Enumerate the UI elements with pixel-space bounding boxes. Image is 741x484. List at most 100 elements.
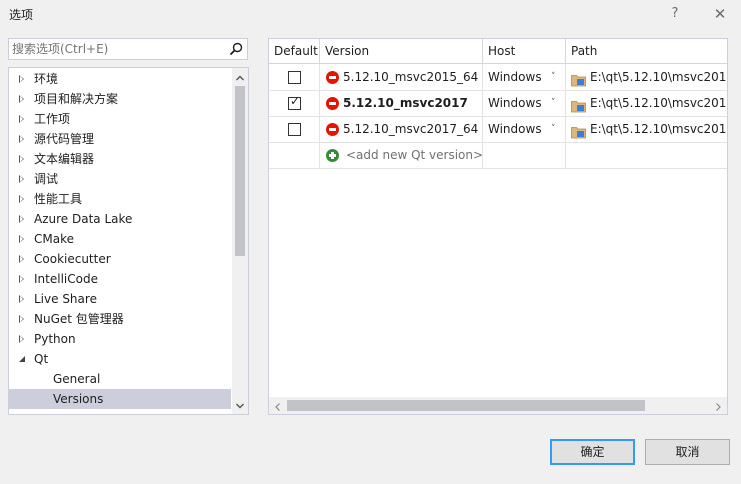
default-cell	[269, 116, 320, 142]
version-cell[interactable]: 5.12.10_msvc2017_64	[320, 116, 483, 142]
table-row[interactable]: 5.12.10_msvc2017_64 Windows ˅ E:\qt\5.12…	[269, 116, 727, 143]
tree-item-work-items[interactable]: 工作项	[9, 109, 231, 129]
column-header-path[interactable]: Path	[566, 39, 727, 63]
tree-item-projects[interactable]: 项目和解决方案	[9, 89, 231, 109]
tree-item-intellicode[interactable]: IntelliCode	[9, 269, 231, 289]
tree-item-label: 工作项	[34, 112, 71, 126]
path-cell[interactable]: E:\qt\5.12.10\msvc2017	[566, 90, 727, 116]
folder-icon[interactable]	[571, 70, 586, 87]
scroll-right-icon[interactable]	[713, 401, 723, 411]
host-value: Windows	[488, 122, 542, 136]
search-input[interactable]	[12, 41, 227, 57]
column-header-default[interactable]: Default	[269, 39, 320, 63]
path-value: E:\qt\5.12.10\msvc2015_	[590, 70, 728, 84]
error-icon	[326, 123, 339, 136]
expand-arrow-icon[interactable]	[19, 135, 24, 143]
tree-item-label: CMake	[34, 232, 74, 246]
expand-arrow-icon[interactable]	[19, 275, 24, 283]
tree-item-debugging[interactable]: 调试	[9, 169, 231, 189]
chevron-down-icon[interactable]: ˅	[551, 116, 556, 142]
tree-item-label: Azure Data Lake	[34, 212, 133, 226]
tree-item-label: 源代码管理	[34, 132, 95, 146]
tree-item-env[interactable]: 环境	[9, 69, 231, 89]
folder-icon[interactable]	[571, 122, 586, 139]
tree-item-cmake[interactable]: CMake	[9, 229, 231, 249]
chevron-down-icon[interactable]: ˅	[551, 64, 556, 90]
expand-arrow-icon[interactable]	[19, 75, 24, 83]
checkmark-icon: ✓	[290, 94, 301, 108]
path-cell[interactable]: E:\qt\5.12.10\msvc2015_	[566, 64, 728, 90]
title-bar: 选项 ? ✕	[0, 0, 741, 28]
path-cell[interactable]: E:\qt\5.12.10\msvc2017_	[566, 116, 727, 142]
tree-item-live-share[interactable]: Live Share	[9, 289, 231, 309]
scrollbar-thumb[interactable]	[287, 400, 645, 411]
default-cell	[269, 64, 320, 90]
expand-arrow-icon[interactable]	[19, 255, 24, 263]
tree-item-qt-versions[interactable]: Versions	[9, 389, 231, 409]
options-tree: 环境 项目和解决方案 工作项 源代码管理 文本编辑器 调试 性能工具 Azure…	[8, 67, 249, 415]
expand-arrow-icon[interactable]	[19, 155, 24, 163]
default-checkbox[interactable]: ✓	[288, 94, 301, 110]
tree-item-label: 调试	[34, 172, 59, 186]
table-row[interactable]: 5.12.10_msvc2015_64 Windows ˅ E:\qt\5.12…	[269, 64, 727, 91]
expand-arrow-icon[interactable]	[19, 315, 24, 323]
add-version-row[interactable]: <add new Qt version>	[269, 142, 727, 169]
default-checkbox[interactable]	[288, 123, 301, 136]
default-cell	[269, 142, 320, 168]
default-checkbox[interactable]	[288, 71, 301, 84]
chevron-down-icon[interactable]: ˅	[551, 90, 556, 116]
empty-cell	[483, 142, 566, 168]
grid-horizontal-scrollbar[interactable]	[269, 397, 727, 414]
tree-item-label: IntelliCode	[34, 272, 98, 286]
ok-button[interactable]: 确定	[550, 439, 635, 465]
version-cell[interactable]: 5.12.10_msvc2015_64	[320, 64, 483, 90]
help-button[interactable]: ?	[662, 3, 688, 25]
tree-item-label: Live Share	[34, 292, 97, 306]
window-title: 选项	[9, 8, 34, 22]
error-icon	[326, 71, 339, 84]
scroll-left-icon[interactable]	[273, 401, 283, 411]
expand-arrow-icon[interactable]	[19, 335, 24, 343]
expand-arrow-icon[interactable]	[19, 195, 24, 203]
scroll-up-icon[interactable]	[235, 72, 245, 82]
tree-item-perf-tools[interactable]: 性能工具	[9, 189, 231, 209]
expand-arrow-icon[interactable]	[19, 115, 24, 123]
tree-item-label: 项目和解决方案	[34, 92, 119, 106]
expand-arrow-icon[interactable]	[19, 235, 24, 243]
collapse-arrow-icon[interactable]	[19, 356, 25, 362]
column-header-version[interactable]: Version	[320, 39, 483, 63]
scrollbar-thumb[interactable]	[235, 86, 245, 256]
tree-item-azure-data-lake[interactable]: Azure Data Lake	[9, 209, 231, 229]
tree-item-text-editor[interactable]: 文本编辑器	[9, 149, 231, 169]
tree-item-nuget[interactable]: NuGet 包管理器	[9, 309, 231, 329]
tree-item-qt[interactable]: Qt	[9, 349, 231, 369]
add-version-link[interactable]: <add new Qt version>	[346, 142, 482, 168]
default-cell: ✓	[269, 90, 320, 116]
tree-item-label: 文本编辑器	[34, 152, 95, 166]
expand-arrow-icon[interactable]	[19, 215, 24, 223]
column-header-host[interactable]: Host	[483, 39, 566, 63]
search-icon[interactable]	[228, 41, 244, 57]
add-icon[interactable]	[326, 149, 339, 162]
expand-arrow-icon[interactable]	[19, 295, 24, 303]
grid-header: Default Version Host Path	[269, 39, 727, 64]
host-dropdown[interactable]: Windows ˅	[483, 64, 566, 90]
scroll-down-icon[interactable]	[235, 400, 245, 410]
version-cell[interactable]: 5.12.10_msvc2017	[320, 90, 483, 116]
close-button[interactable]: ✕	[707, 3, 733, 25]
tree-vertical-scrollbar[interactable]	[232, 68, 248, 414]
tree-item-cookiecutter[interactable]: Cookiecutter	[9, 249, 231, 269]
tree-item-qt-general[interactable]: General	[9, 369, 231, 389]
expand-arrow-icon[interactable]	[19, 95, 24, 103]
host-dropdown[interactable]: Windows ˅	[483, 116, 566, 142]
table-row[interactable]: ✓ 5.12.10_msvc2017 Windows ˅ E:\qt\5.12.…	[269, 90, 727, 117]
host-dropdown[interactable]: Windows ˅	[483, 90, 566, 116]
add-version-cell[interactable]: <add new Qt version>	[320, 142, 483, 168]
cancel-button[interactable]: 取消	[645, 439, 730, 465]
tree-item-python[interactable]: Python	[9, 329, 231, 349]
version-name: 5.12.10_msvc2017_64	[343, 122, 479, 136]
empty-cell	[566, 142, 727, 168]
expand-arrow-icon[interactable]	[19, 175, 24, 183]
folder-icon[interactable]	[571, 96, 586, 113]
tree-item-source-control[interactable]: 源代码管理	[9, 129, 231, 149]
